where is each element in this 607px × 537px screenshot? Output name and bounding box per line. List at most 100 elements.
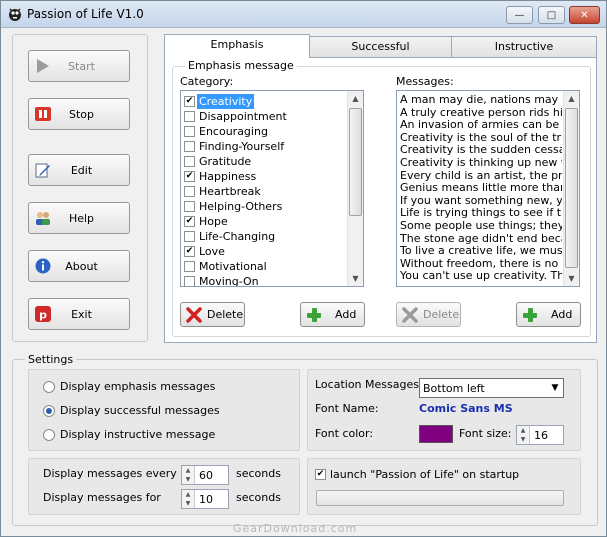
maximize-button[interactable]: □ [538, 6, 565, 24]
message-delete-button[interactable]: Delete [396, 302, 461, 327]
stop-button[interactable]: Stop [28, 98, 130, 130]
seconds-label: seconds [236, 491, 281, 504]
app-icon [9, 8, 21, 21]
message-item[interactable]: Creativity is the soul of the true sch [400, 132, 562, 145]
category-list[interactable]: ✔ Creativity Disappointment Encouraging Find… [180, 90, 364, 287]
category-item[interactable]: ✔ Happiness [181, 169, 363, 184]
checkbox-indicator[interactable] [184, 156, 195, 167]
checkbox-indicator[interactable] [184, 126, 195, 137]
category-item[interactable]: Disappointment [181, 109, 363, 124]
display-for-spinner[interactable]: ▲ ▼ 10 [181, 489, 229, 509]
message-item[interactable]: A man may die, nations may rise ar [400, 94, 562, 107]
radio-instructive[interactable]: Display instructive message [43, 428, 215, 441]
info-icon [34, 257, 52, 275]
emphasis-panel: Emphasis message Category: Messages: ✔ Cr… [164, 57, 597, 343]
spinner-arrows-icon[interactable]: ▲ ▼ [182, 490, 195, 508]
start-button[interactable]: Start [28, 50, 130, 82]
tab-successful[interactable]: Successful [309, 36, 452, 57]
message-add-button[interactable]: Add [516, 302, 581, 327]
checkbox-indicator[interactable] [184, 186, 195, 197]
location-label: Location Messages: [315, 378, 423, 391]
checkbox-indicator[interactable] [184, 261, 195, 272]
category-delete-button[interactable]: Delete [180, 302, 245, 327]
category-item[interactable]: ✔ Creativity [181, 94, 363, 109]
chevron-down-icon: ▼ [551, 383, 559, 393]
scroll-up-icon[interactable]: ▲ [348, 91, 363, 106]
title-bar[interactable]: Passion of Life V1.0 — □ ✕ [1, 1, 606, 28]
message-item[interactable]: To live a creative life, we must lose [400, 245, 562, 258]
checkbox-indicator[interactable] [184, 141, 195, 152]
category-label: Category: [180, 75, 234, 88]
category-item[interactable]: Heartbreak [181, 184, 363, 199]
font-size-spinner[interactable]: ▲ ▼ 16 [516, 425, 564, 445]
tab-emphasis[interactable]: Emphasis [164, 34, 310, 58]
message-item[interactable]: Genius means little more than the f [400, 182, 562, 195]
scroll-down-icon[interactable]: ▼ [564, 271, 579, 286]
messages-scrollbar[interactable]: ▲ ▼ [563, 91, 579, 286]
tab-instructive[interactable]: Instructive [451, 36, 597, 57]
message-item[interactable]: An invasion of armies can be resist [400, 119, 562, 132]
font-color-swatch[interactable] [419, 425, 453, 443]
font-color-label: Font color: [315, 427, 374, 440]
startup-checkbox[interactable]: ✔ launch "Passion of Life" on startup [315, 468, 519, 481]
checkbox-indicator[interactable] [184, 231, 195, 242]
font-name-value[interactable]: Comic Sans MS [419, 402, 513, 415]
message-item[interactable]: Creativity is the sudden cessation o [400, 144, 562, 157]
checkmark-icon[interactable]: ✔ [184, 96, 195, 107]
close-button[interactable]: ✕ [569, 6, 600, 24]
scroll-down-icon[interactable]: ▼ [348, 271, 363, 286]
category-add-button[interactable]: Add [300, 302, 365, 327]
radio-indicator [43, 380, 55, 393]
display-every-spinner[interactable]: ▲ ▼ 60 [181, 465, 229, 485]
help-button[interactable]: Help [28, 202, 130, 234]
location-dropdown[interactable]: Bottom left ▼ [419, 378, 564, 398]
checkbox-indicator[interactable] [184, 201, 195, 212]
spinner-arrows-icon[interactable]: ▲ ▼ [182, 466, 195, 484]
category-item[interactable]: ✔ Hope [181, 214, 363, 229]
category-item[interactable]: Finding-Yourself [181, 139, 363, 154]
category-item[interactable]: Encouraging [181, 124, 363, 139]
stop-icon [34, 105, 52, 123]
scroll-thumb[interactable] [565, 108, 578, 268]
radio-indicator [43, 428, 55, 441]
checkbox-indicator[interactable] [184, 111, 195, 122]
play-icon [34, 57, 52, 75]
messages-list[interactable]: A man may die, nations may rise arA trul… [396, 90, 580, 287]
settings-title: Settings [25, 353, 77, 366]
category-item[interactable]: Moving-On [181, 274, 363, 286]
messages-label: Messages: [396, 75, 454, 88]
message-item[interactable]: Without freedom, there is no creati [400, 258, 562, 271]
checkmark-icon[interactable]: ✔ [184, 171, 195, 182]
category-item[interactable]: Life-Changing [181, 229, 363, 244]
scroll-up-icon[interactable]: ▲ [564, 91, 579, 106]
exit-button[interactable]: p Exit [28, 298, 130, 330]
category-item[interactable]: ✔ Love [181, 244, 363, 259]
window-title: Passion of Life V1.0 [27, 7, 144, 21]
checkmark-icon[interactable]: ✔ [184, 246, 195, 257]
checkmark-icon[interactable]: ✔ [184, 216, 195, 227]
message-item[interactable]: Life is trying things to see if they wo [400, 207, 562, 220]
spinner-arrows-icon[interactable]: ▲ ▼ [517, 426, 530, 444]
message-item[interactable]: You can't use up creativity. The m [400, 270, 562, 283]
checkbox-indicator: ✔ [315, 469, 326, 480]
scroll-thumb[interactable] [349, 108, 362, 216]
message-item[interactable]: Every child is an artist, the problem [400, 170, 562, 183]
radio-successful[interactable]: Display successful messages [43, 404, 220, 417]
edit-button[interactable]: Edit [28, 154, 130, 186]
about-button[interactable]: About [28, 250, 130, 282]
edit-icon [34, 161, 52, 179]
minimize-button[interactable]: — [506, 6, 533, 24]
message-item[interactable]: If you want something new, you hav [400, 195, 562, 208]
category-scrollbar[interactable]: ▲ ▼ [347, 91, 363, 286]
category-item[interactable]: Gratitude [181, 154, 363, 169]
message-item[interactable]: Some people use things; they destr [400, 220, 562, 233]
watermark: GearDownload.com [233, 522, 358, 535]
category-item[interactable]: Motivational [181, 259, 363, 274]
category-item[interactable]: Helping-Others [181, 199, 363, 214]
message-item[interactable]: The stone age didn't end because [400, 233, 562, 246]
checkbox-indicator[interactable] [184, 276, 195, 286]
font-size-label: Font size: [459, 427, 512, 440]
radio-emphasis[interactable]: Display emphasis messages [43, 380, 215, 393]
message-item[interactable]: A truly creative person rids him or h [400, 107, 562, 120]
message-item[interactable]: Creativity is thinking up new things [400, 157, 562, 170]
